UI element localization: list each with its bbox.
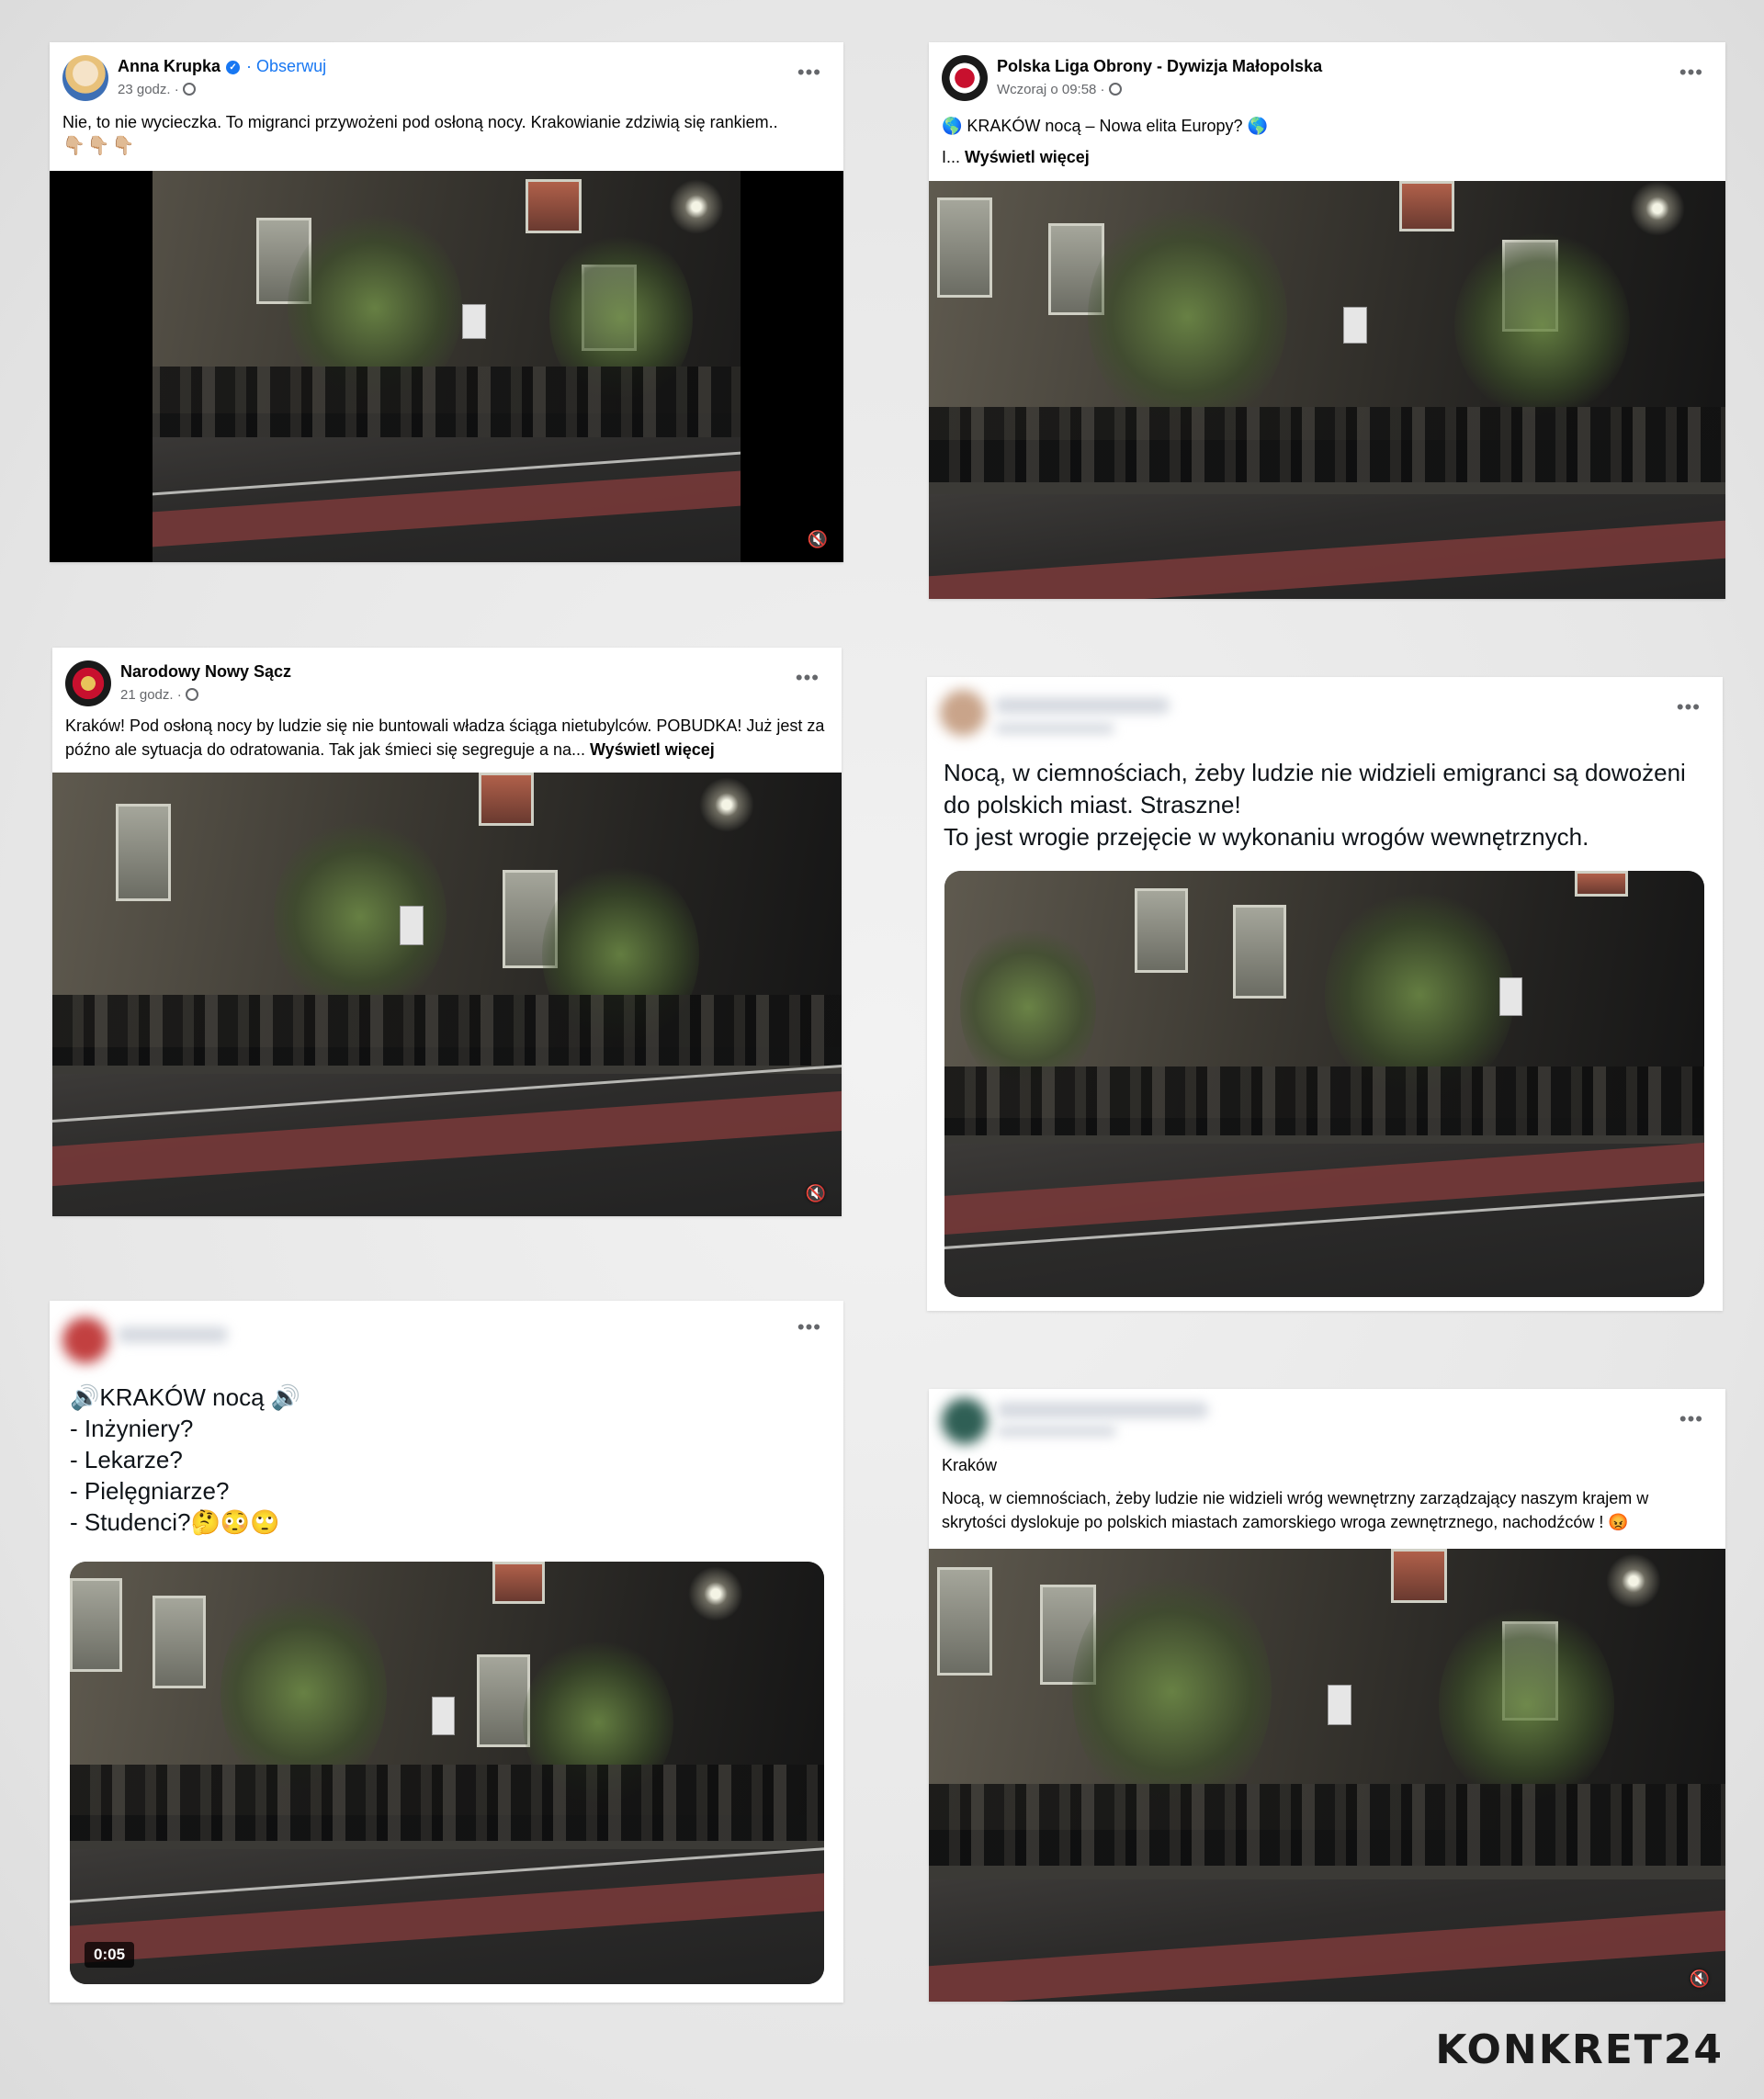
- post-blurred-krakow: ••• Kraków Nocą, w ciemnościach, żeby lu…: [929, 1389, 1725, 2002]
- avatar: [942, 1398, 988, 1444]
- post-body-line2: To jest wrogie przejęcie w wykonaniu wro…: [944, 823, 1589, 851]
- post-body: 🌎 KRAKÓW nocą – Nowa elita Europy? 🌎: [942, 117, 1268, 135]
- post-time-line: 21 godz. ·: [120, 687, 198, 703]
- see-more-link[interactable]: Wyświetl więcej: [590, 740, 715, 759]
- blurred-author-name: [995, 697, 1170, 714]
- more-options-icon[interactable]: •••: [796, 668, 820, 688]
- post-video[interactable]: [944, 871, 1704, 1297]
- blurred-author-name: [997, 1402, 1208, 1418]
- blurred-author-name: [118, 1326, 228, 1343]
- list-item: - Studenci?🤔😳🙄: [70, 1508, 280, 1536]
- follow-link[interactable]: · Obserwuj: [246, 57, 326, 75]
- post-video[interactable]: 0:05: [70, 1562, 824, 1984]
- post-video[interactable]: 🔇: [929, 1549, 1725, 2002]
- author-name[interactable]: Narodowy Nowy Sącz: [120, 662, 291, 682]
- letterbox-left: [50, 171, 153, 562]
- more-options-icon[interactable]: •••: [1679, 1409, 1703, 1429]
- globe-icon: [182, 83, 196, 96]
- globe-icon: [1108, 83, 1122, 96]
- post-polska-liga-obrony: Polska Liga Obrony - Dywizja Małopolska …: [929, 42, 1725, 599]
- letterbox-right: [740, 171, 843, 562]
- follow-label: Obserwuj: [256, 57, 327, 75]
- more-options-icon[interactable]: •••: [1677, 697, 1701, 717]
- more-options-icon[interactable]: •••: [797, 1317, 821, 1337]
- author-name-line: Anna Krupka ✓ · Obserwuj: [118, 57, 326, 76]
- post-header: •••: [50, 1301, 843, 1383]
- post-time-line: Wczoraj o 09:58 ·: [997, 82, 1122, 97]
- post-time[interactable]: 23 godz.: [118, 82, 171, 97]
- globe-icon: [185, 688, 198, 701]
- post-text: 🔊KRAKÓW nocą 🔊 - Inżyniery? - Lekarze? -…: [70, 1382, 823, 1538]
- list-item: - Inżyniery?: [70, 1415, 194, 1442]
- post-header: •••: [929, 1389, 1725, 1453]
- avatar[interactable]: [942, 55, 988, 101]
- post-text: Nocą, w ciemnościach, żeby ludzie nie wi…: [944, 757, 1706, 853]
- post-title: 🔊KRAKÓW nocą 🔊: [70, 1383, 301, 1411]
- post-body: Nie, to nie wycieczka. To migranci przyw…: [62, 113, 778, 131]
- post-blurred-list: ••• 🔊KRAKÓW nocą 🔊 - Inżyniery? - Lekarz…: [50, 1301, 843, 2003]
- more-options-icon[interactable]: •••: [797, 62, 821, 83]
- post-time[interactable]: Wczoraj o 09:58: [997, 82, 1096, 97]
- see-more-link[interactable]: Wyświetl więcej: [965, 148, 1090, 166]
- speaker-muted-icon[interactable]: 🔇: [1687, 1969, 1713, 1989]
- post-video[interactable]: 🔇: [50, 171, 843, 562]
- author-name[interactable]: Anna Krupka: [118, 57, 220, 75]
- post-text: 🌎 KRAKÓW nocą – Nowa elita Europy? 🌎 I..…: [942, 110, 1713, 173]
- list-item: - Pielęgniarze?: [70, 1477, 230, 1505]
- post-video[interactable]: [929, 181, 1725, 599]
- speaker-muted-icon[interactable]: 🔇: [805, 529, 831, 549]
- blurred-handle: [995, 723, 1114, 734]
- post-body: Nocą, w ciemnościach, żeby ludzie nie wi…: [942, 1489, 1649, 1531]
- post-video[interactable]: 🔇: [52, 773, 842, 1216]
- blurred-meta: [997, 1426, 1116, 1437]
- post-body-truncated: I...: [942, 148, 961, 166]
- speaker-muted-icon[interactable]: 🔇: [803, 1183, 829, 1203]
- post-time-line: 23 godz. ·: [118, 82, 196, 97]
- post-text: Nie, to nie wycieczka. To migranci przyw…: [62, 110, 831, 158]
- post-header: Polska Liga Obrony - Dywizja Małopolska …: [929, 42, 1725, 107]
- post-anna-krupka: Anna Krupka ✓ · Obserwuj 23 godz. · ••• N…: [50, 42, 843, 562]
- avatar[interactable]: [62, 55, 108, 101]
- avatar: [62, 1317, 108, 1363]
- post-body: Nocą, w ciemnościach, żeby ludzie nie wi…: [944, 759, 1686, 818]
- post-header: Narodowy Nowy Sącz 21 godz. · •••: [52, 648, 842, 712]
- post-text: Kraków! Pod osłoną nocy by ludzie się ni…: [65, 714, 829, 762]
- konkret24-logo: KONKRET24: [1435, 2026, 1724, 2073]
- verified-badge-icon: ✓: [226, 60, 241, 74]
- post-header: •••: [927, 677, 1723, 741]
- post-narodowy-nowy-sacz: Narodowy Nowy Sącz 21 godz. · ••• Kraków…: [52, 648, 842, 1216]
- post-body-line2: I... Wyświetl więcej: [942, 141, 1713, 173]
- post-emojis: 👇🏼👇🏼👇🏼: [62, 136, 137, 156]
- post-blurred-tweet: ••• Nocą, w ciemnościach, żeby ludzie ni…: [927, 677, 1723, 1311]
- post-header: Anna Krupka ✓ · Obserwuj 23 godz. · •••: [50, 42, 843, 107]
- post-location: Kraków: [942, 1456, 998, 1474]
- post-text: Kraków Nocą, w ciemnościach, żeby ludzie…: [942, 1453, 1713, 1534]
- more-options-icon[interactable]: •••: [1679, 62, 1703, 83]
- list-item: - Lekarze?: [70, 1446, 183, 1473]
- author-name[interactable]: Polska Liga Obrony - Dywizja Małopolska: [997, 57, 1322, 76]
- video-duration-badge: 0:05: [85, 1942, 135, 1968]
- avatar: [940, 690, 986, 736]
- post-time[interactable]: 21 godz.: [120, 687, 174, 703]
- avatar[interactable]: [65, 660, 111, 706]
